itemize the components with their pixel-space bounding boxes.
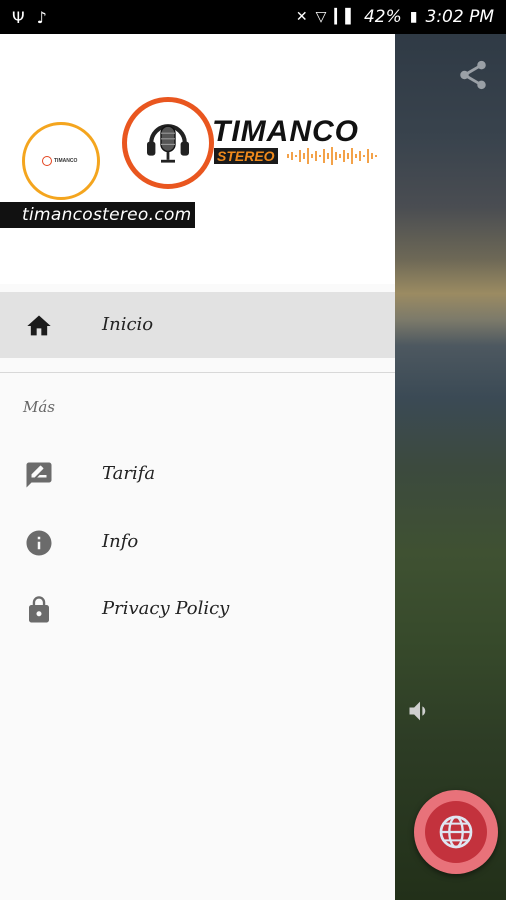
usb-icon: Ψ	[12, 7, 25, 27]
play-fab-button[interactable]	[414, 790, 498, 874]
status-bar: Ψ ♪ ✕ ▽ ▎▌ 42% ▮ 3:02 PM	[0, 0, 506, 34]
menu-item-label: Tarifa	[102, 463, 156, 484]
music-icon: ♪	[36, 7, 47, 27]
rate-review-icon	[24, 460, 54, 490]
microphone-icon	[122, 97, 214, 189]
site-url: timancostereo.com	[0, 202, 195, 228]
signal-icon: ▎▌	[334, 9, 356, 25]
wifi-icon: ▽	[315, 9, 327, 25]
background-scene	[395, 34, 506, 900]
section-title-mas: Más	[23, 398, 55, 416]
info-icon	[24, 528, 54, 558]
mute-icon: ✕	[295, 9, 308, 25]
menu-divider	[0, 372, 395, 373]
menu-item-label: Inicio	[102, 314, 154, 335]
battery-icon: ▮	[409, 9, 418, 25]
menu-item-label: Privacy Policy	[102, 598, 230, 619]
brand-logo: TIMANCO STEREO	[120, 97, 390, 192]
globe-icon	[425, 801, 487, 863]
status-left: Ψ ♪	[12, 8, 47, 27]
volume-icon[interactable]	[403, 697, 437, 725]
home-icon	[24, 311, 54, 341]
brand-title: TIMANCO	[212, 115, 359, 148]
drawer-header: TIMANCO TIMANCO STEREO timancostereo.com	[0, 34, 395, 284]
sound-wave-icon	[287, 147, 377, 165]
brand-subtitle: STEREO	[214, 148, 278, 164]
share-icon[interactable]	[456, 58, 490, 92]
navigation-drawer: TIMANCO TIMANCO STEREO timancostereo.com…	[0, 34, 395, 900]
logo-small-text: TIMANCO	[54, 158, 78, 164]
menu-item-inicio[interactable]: Inicio	[0, 292, 395, 358]
clock: 3:02 PM	[425, 7, 495, 27]
menu-item-label: Info	[102, 531, 139, 552]
menu-item-privacy-policy[interactable]: Privacy Policy	[0, 576, 395, 642]
menu-item-info[interactable]: Info	[0, 509, 395, 575]
lock-icon	[24, 595, 54, 625]
app-icon-small: TIMANCO	[22, 122, 100, 200]
battery-percent: 42%	[363, 7, 402, 27]
status-right: ✕ ▽ ▎▌ 42% ▮ 3:02 PM	[296, 7, 494, 27]
menu-item-tarifa[interactable]: Tarifa	[0, 441, 395, 507]
